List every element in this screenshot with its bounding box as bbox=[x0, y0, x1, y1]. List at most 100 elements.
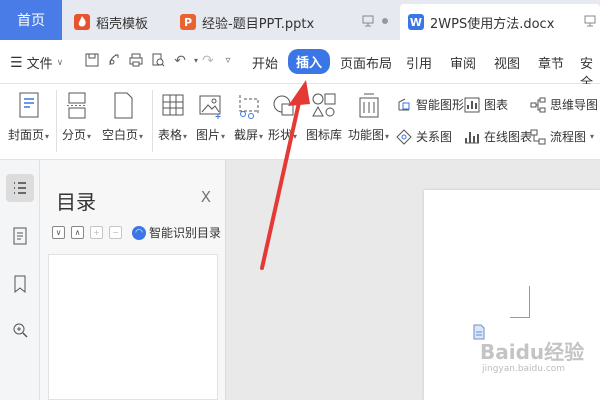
margin-corner-mark bbox=[510, 286, 530, 318]
undo-icon[interactable]: ↶ bbox=[172, 53, 188, 69]
redo-icon[interactable]: ↷ bbox=[200, 53, 216, 69]
left-nav-rail bbox=[0, 160, 40, 400]
menu-view[interactable]: 视图 bbox=[494, 53, 520, 72]
toc-toolbar: ∨ ∧ + − ◠ 智能识别目录 bbox=[52, 224, 221, 241]
screen-icon[interactable] bbox=[362, 15, 374, 27]
export-pdf-icon[interactable] bbox=[106, 53, 122, 69]
blank-page-button[interactable]: 空白页▾ bbox=[102, 92, 143, 143]
flowchart-button[interactable]: 流程图 ▾ bbox=[530, 128, 594, 145]
chevron-down-icon: ∨ bbox=[56, 57, 64, 68]
mind-map-label: 思维导图 bbox=[550, 98, 599, 112]
menu-insert[interactable]: 插入 bbox=[288, 49, 331, 74]
online-chart-label: 在线图表 bbox=[484, 130, 533, 144]
screen-icon[interactable] bbox=[584, 15, 596, 27]
smart-detect-icon: ◠ bbox=[132, 225, 146, 240]
save-icon[interactable] bbox=[84, 53, 100, 69]
print-preview-icon[interactable] bbox=[150, 53, 166, 69]
cover-page-button[interactable]: 封面页▾ bbox=[8, 92, 49, 143]
function-chart-label: 功能图 bbox=[348, 128, 385, 142]
icon-library-button[interactable]: 图标库 bbox=[306, 92, 342, 143]
cover-page-icon bbox=[19, 92, 39, 118]
smart-graphic-button[interactable]: 智能图形 bbox=[396, 96, 464, 113]
tab-pptx-file[interactable]: P 经验-题目PPT.pptx bbox=[172, 4, 396, 40]
print-icon[interactable] bbox=[128, 53, 144, 69]
toc-list[interactable] bbox=[48, 254, 218, 400]
tab-controls bbox=[584, 15, 596, 27]
ribbon-divider bbox=[152, 90, 153, 152]
find-button[interactable] bbox=[6, 316, 34, 344]
close-icon[interactable]: X bbox=[201, 188, 211, 206]
collapse-all-icon[interactable]: ∨ bbox=[52, 226, 65, 239]
chevron-down-icon: ▾ bbox=[590, 132, 595, 141]
tab-bar: 首页 稻壳模板 P 经验-题目PPT.pptx W 2WPS使用方法.docx bbox=[0, 0, 600, 40]
ppt-file-icon: P bbox=[180, 14, 196, 30]
bookmark-icon bbox=[14, 275, 26, 293]
page-thumbnail-button[interactable] bbox=[6, 222, 34, 250]
page-icon bbox=[13, 227, 27, 245]
picture-label: 图片 bbox=[196, 128, 221, 142]
chart-label: 图表 bbox=[484, 98, 509, 112]
toc-nav-button[interactable] bbox=[6, 174, 34, 202]
chart-button[interactable]: 图表 bbox=[464, 96, 508, 113]
file-menu-label: 文件 bbox=[26, 57, 53, 72]
menu-review[interactable]: 审阅 bbox=[450, 53, 476, 72]
function-chart-icon bbox=[359, 93, 379, 118]
menu-references[interactable]: 引用 bbox=[406, 53, 432, 72]
tab-controls bbox=[362, 15, 388, 27]
function-chart-button[interactable]: 功能图▾ bbox=[348, 92, 389, 143]
relation-chart-label: 关系图 bbox=[416, 130, 453, 144]
toc-panel: 目录 X ∨ ∧ + − ◠ 智能识别目录 bbox=[40, 160, 226, 400]
mind-map-button[interactable]: 思维导图 ▾ bbox=[530, 96, 600, 113]
online-chart-button[interactable]: 在线图表 bbox=[464, 128, 532, 145]
smart-graphic-icon bbox=[398, 98, 410, 110]
flowchart-icon bbox=[530, 129, 546, 144]
unsaved-dot-icon bbox=[382, 18, 388, 24]
screenshot-label: 截屏 bbox=[234, 128, 259, 142]
blank-page-icon bbox=[114, 92, 133, 119]
search-icon bbox=[13, 323, 28, 338]
tab-label: 经验-题目PPT.pptx bbox=[202, 16, 315, 32]
table-button[interactable]: 表格▾ bbox=[158, 92, 187, 143]
customize-toolbar-icon[interactable]: ▿ bbox=[220, 53, 236, 69]
menu-chapter[interactable]: 章节 bbox=[538, 53, 564, 72]
list-icon bbox=[14, 182, 26, 194]
picture-button[interactable]: 图片▾ bbox=[196, 92, 225, 143]
docer-icon bbox=[74, 14, 90, 30]
bookmark-button[interactable] bbox=[6, 270, 34, 298]
mind-map-icon bbox=[530, 97, 546, 112]
cover-page-label: 封面页 bbox=[8, 128, 45, 142]
screenshot-button[interactable]: 截屏▾ bbox=[234, 92, 263, 143]
relation-chart-button[interactable]: 关系图 bbox=[396, 128, 452, 145]
chart-icon bbox=[464, 97, 480, 112]
tab-home[interactable]: 首页 bbox=[0, 0, 62, 40]
expand-all-icon[interactable]: ∧ bbox=[71, 226, 84, 239]
blank-page-label: 空白页 bbox=[102, 128, 139, 142]
ribbon-divider bbox=[56, 90, 57, 152]
smart-detect-label: 智能识别目录 bbox=[149, 226, 222, 240]
word-file-icon: W bbox=[408, 14, 424, 30]
smart-detect-toc-button[interactable]: ◠ 智能识别目录 bbox=[132, 224, 221, 241]
tab-docx-file[interactable]: W 2WPS使用方法.docx bbox=[400, 4, 600, 40]
icon-library-icon bbox=[312, 93, 336, 117]
smart-graphic-label: 智能图形 bbox=[416, 98, 465, 112]
page-break-button[interactable]: 分页▾ bbox=[62, 92, 91, 143]
table-label: 表格 bbox=[158, 128, 183, 142]
scissors-icon bbox=[239, 95, 259, 119]
tab-docer-templates[interactable]: 稻壳模板 bbox=[66, 4, 170, 40]
shape-icon bbox=[273, 95, 294, 116]
file-menu[interactable]: ☰ 文件 ∨ bbox=[10, 53, 64, 73]
ribbon-insert: 封面页▾ 分页▾ 空白页▾ 表格▾ 图片▾ 截屏▾ 形状▾ 图标库 功能图▾ 智… bbox=[0, 84, 600, 160]
picture-icon bbox=[199, 95, 221, 119]
page-break-icon bbox=[66, 92, 87, 119]
menu-home[interactable]: 开始 bbox=[252, 53, 278, 72]
shape-button[interactable]: 形状▾ bbox=[268, 92, 297, 143]
flowchart-label: 流程图 bbox=[550, 130, 587, 144]
menu-page-layout[interactable]: 页面布局 bbox=[340, 53, 392, 72]
relation-chart-icon bbox=[396, 128, 412, 145]
toc-title: 目录 bbox=[56, 190, 96, 214]
tab-label: 稻壳模板 bbox=[96, 16, 149, 32]
remove-heading-icon[interactable]: − bbox=[109, 226, 122, 239]
add-heading-icon[interactable]: + bbox=[90, 226, 103, 239]
page-break-label: 分页 bbox=[62, 128, 87, 142]
menu-bar: ☰ 文件 ∨ ↶ ▾ ↷ ▿ 开始 插入 页面布局 引用 审阅 视图 章节 安全 bbox=[0, 40, 600, 91]
